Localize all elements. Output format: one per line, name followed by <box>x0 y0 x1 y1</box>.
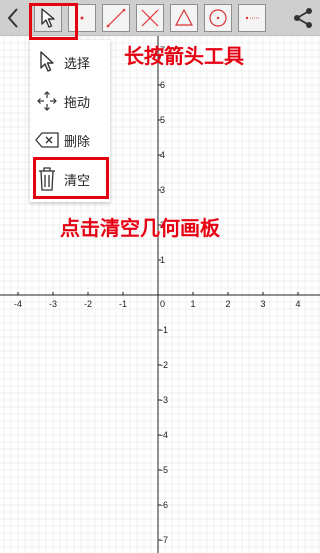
back-button[interactable] <box>2 4 24 32</box>
move-arrows-icon <box>30 89 64 113</box>
x-tick-label: -3 <box>49 299 57 309</box>
menu-item-label: 拖动 <box>64 94 91 110</box>
segment-tool-button[interactable] <box>102 4 130 32</box>
y-tick-label: 4 <box>160 150 165 160</box>
measure-tool-button[interactable] <box>238 4 266 32</box>
measure-icon <box>245 16 259 20</box>
y-tick-label: 3 <box>160 185 165 195</box>
menu-item-delete[interactable]: 删除 <box>30 122 110 158</box>
x-tick-label: 3 <box>260 299 265 309</box>
arrow-pointer-icon <box>30 51 64 73</box>
x-tick-label: 4 <box>295 299 300 309</box>
x-tick-label: -4 <box>14 299 22 309</box>
y-tick-label: 6 <box>160 80 165 90</box>
y-tick-label: -7 <box>160 535 168 545</box>
y-tick-label: 1 <box>160 255 165 265</box>
select-tool-highlight <box>29 3 78 40</box>
circle-icon <box>209 9 227 27</box>
segment-icon <box>106 8 126 28</box>
triangle-tool-button[interactable] <box>170 4 198 32</box>
x-tick-label: -1 <box>119 299 127 309</box>
chevron-left-icon <box>7 8 18 28</box>
y-tick-label: 5 <box>160 115 165 125</box>
clear-annotation: 点击清空几何画板 <box>60 216 220 240</box>
y-tick-label: -3 <box>160 395 168 405</box>
share-icon <box>294 8 312 28</box>
x-tick-label: -2 <box>84 299 92 309</box>
y-tick-label: -5 <box>160 465 168 475</box>
y-tick-label: -2 <box>160 360 168 370</box>
clear-item-highlight <box>33 157 109 199</box>
backspace-icon <box>30 131 64 149</box>
circle-tool-button[interactable] <box>204 4 232 32</box>
x-tick-label: 2 <box>225 299 230 309</box>
y-tick-label: -4 <box>160 430 168 440</box>
x-tick-label: 1 <box>190 299 195 309</box>
intersect-lines-icon <box>141 9 159 27</box>
menu-item-label: 选择 <box>64 55 91 71</box>
menu-item-select[interactable]: 选择 <box>30 44 110 80</box>
long-press-annotation: 长按箭头工具 <box>124 44 244 68</box>
menu-item-label: 删除 <box>64 133 91 149</box>
share-button[interactable] <box>290 4 316 32</box>
y-tick-label: -1 <box>160 325 168 335</box>
menu-item-move[interactable]: 拖动 <box>30 83 110 119</box>
x-tick-label: 0 <box>160 299 165 309</box>
y-tick-label: -6 <box>160 500 168 510</box>
intersect-tool-button[interactable] <box>136 4 164 32</box>
triangle-icon <box>175 8 193 26</box>
